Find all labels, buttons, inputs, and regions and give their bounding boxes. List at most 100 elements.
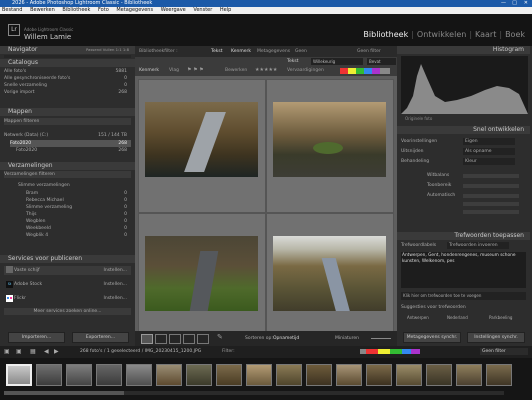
filmstrip-thumbnail[interactable] [96, 364, 122, 386]
menu-weergave[interactable]: Weergave [161, 7, 186, 13]
collection-item[interactable]: Thijs 0 [26, 211, 131, 218]
catalog-item[interactable]: Vorige import 268 [4, 89, 131, 96]
publish-item[interactable]: Vaste schijf Instellen... [4, 266, 131, 275]
grid-view-icon[interactable] [141, 334, 153, 344]
quick-treatment-select[interactable]: Kleur [463, 158, 515, 165]
sort-value[interactable]: Opnametijd [273, 336, 299, 341]
photo-thumbnail[interactable] [273, 236, 386, 311]
filmstrip-thumbnail[interactable] [396, 364, 422, 386]
grid-cell[interactable] [266, 79, 394, 213]
screen1-icon[interactable]: ▣ [4, 348, 10, 355]
folder-item[interactable]: Foto2020 268 [10, 140, 131, 147]
filmstrip-thumbnail[interactable] [36, 364, 62, 386]
collection-item[interactable]: Weekbeeld 0 [26, 225, 131, 232]
forward-arrow-icon[interactable]: ▶ [54, 348, 59, 355]
photo-thumbnail[interactable] [145, 236, 258, 311]
grid-cell[interactable] [138, 79, 266, 213]
filmstrip-thumbnail[interactable] [366, 364, 392, 386]
filter-tab-kenmerk[interactable]: Kenmerk [231, 49, 251, 54]
menu-bestand[interactable]: Bestand [2, 7, 22, 13]
folder-item[interactable]: Foto2020 268 [16, 147, 131, 154]
navigator-preview[interactable] [4, 55, 131, 58]
add-keyword-field[interactable]: Klik hier om trefwoorden toe te voegen [401, 292, 526, 300]
people-view-icon[interactable] [197, 334, 209, 344]
maximize-icon[interactable]: □ [512, 0, 517, 7]
menu-foto[interactable]: Foto [98, 7, 109, 13]
histogram-header[interactable]: Histogram [397, 46, 530, 54]
grid-cell[interactable] [266, 213, 394, 347]
filmstrip-thumbnail[interactable] [306, 364, 332, 386]
auto-tone-button[interactable] [463, 194, 519, 198]
star-rating-icons[interactable]: ★★★★★ [255, 67, 277, 73]
filmstrip-thumbnail[interactable] [186, 364, 212, 386]
color-label-filter[interactable] [340, 68, 390, 74]
filmstrip-thumbnail[interactable] [246, 364, 272, 386]
quick-develop-header[interactable]: Snel ontwikkelen [397, 126, 530, 134]
keyword-text-area[interactable]: Antwerpen, Gent, hondenrengenes, museum … [401, 252, 526, 288]
painter-icon[interactable]: ✎ [217, 333, 223, 341]
collection-item[interactable]: Slimme verzamelingen [18, 182, 131, 189]
catalog-header[interactable]: Catalogus [0, 59, 135, 67]
collection-item[interactable]: Slimme verzameling 0 [26, 204, 131, 211]
collection-item[interactable]: Bram 0 [26, 190, 131, 197]
text-filter-field[interactable]: Willekeurig doorzoekbaar [311, 58, 363, 71]
volume-row[interactable]: Netwerk (Data) (C:) 151 / 144 TB [4, 132, 131, 139]
filmstrip-thumbnail[interactable] [486, 364, 512, 386]
module-kaart[interactable]: Kaart [472, 30, 499, 39]
export-button[interactable]: Exporteren... [72, 332, 129, 343]
catalog-item[interactable]: Snelle verzameling 0 [4, 82, 131, 89]
menu-venster[interactable]: Venster [193, 7, 212, 13]
sync-metadata-button[interactable]: Metagegevens synchr. [403, 332, 461, 343]
more-services-link[interactable]: Meer services zoeken online... [4, 308, 131, 315]
thumbnail-size-slider[interactable] [371, 338, 391, 339]
publish-item[interactable]: Adobe Stock Instellen... [4, 280, 131, 289]
filmstrip-thumbnail[interactable] [426, 364, 452, 386]
navigator-header[interactable]: Navigator Passend Vullen 1:1 1:8 [0, 46, 135, 54]
filmstrip-thumbnail[interactable] [126, 364, 152, 386]
collections-header[interactable]: Verzamelingen [0, 162, 135, 170]
survey-view-icon[interactable] [183, 334, 195, 344]
keywording-header[interactable]: Trefwoorden toepassen [397, 232, 530, 240]
close-icon[interactable]: ✕ [524, 0, 528, 7]
filmstrip-thumbnail[interactable] [336, 364, 362, 386]
minimize-icon[interactable]: — [501, 0, 506, 7]
filmstrip-scrollbar[interactable] [4, 391, 504, 395]
collection-item[interactable]: Wegblen 0 [26, 218, 131, 225]
menu-bewerken[interactable]: Bewerken [30, 7, 55, 13]
filter-tab-metagegevens[interactable]: Metagegevens [257, 49, 290, 54]
tone-buttons[interactable] [463, 184, 519, 188]
module-ontwikkelen[interactable]: Ontwikkelen [414, 30, 469, 39]
filmstrip-thumbnail[interactable] [216, 364, 242, 386]
filmstrip-thumbnail[interactable] [6, 364, 32, 386]
filter-preset[interactable]: Geen filter [357, 49, 381, 54]
quick-preset-select[interactable]: Eigen [463, 138, 515, 145]
loupe-view-icon[interactable] [155, 334, 167, 344]
module-boek[interactable]: Boek [502, 30, 528, 39]
filmstrip-thumbnail[interactable] [66, 364, 92, 386]
keyword-chip[interactable]: Antwerpen [407, 314, 442, 321]
folders-header[interactable]: Mappen [0, 108, 135, 116]
collection-filter[interactable]: Verzamelingen filteren [4, 171, 131, 178]
navigator-zoom[interactable]: Passend Vullen 1:1 1:8 [86, 46, 129, 54]
keyword-suggestions-label[interactable]: Suggesties voor trefwoorden [401, 304, 528, 311]
publish-item[interactable]: Flickr Instellen... [4, 294, 131, 303]
keyword-chip[interactable]: Nederland [447, 314, 482, 321]
menu-metagegevens[interactable]: Metagegevens [116, 7, 153, 13]
text-filter-condition[interactable]: Bevat [367, 58, 396, 65]
collection-item[interactable]: Rebecca Michael 0 [26, 197, 131, 204]
back-arrow-icon[interactable]: ◀ [44, 348, 49, 355]
filmstrip-color-filter[interactable] [360, 349, 420, 354]
compare-view-icon[interactable] [169, 334, 181, 344]
grid-cell[interactable] [138, 213, 266, 347]
photo-thumbnail[interactable] [273, 102, 386, 177]
flag-icons[interactable]: ⚑ ⚑ ⚑ [187, 67, 204, 73]
filter-tab-geen[interactable]: Geen [295, 49, 307, 54]
menu-bibliotheek[interactable]: Bibliotheek [62, 7, 90, 13]
vervaardigingen-label[interactable]: Vervaardigingen [287, 68, 324, 73]
catalog-item[interactable]: Alle gesynchroniseerde foto's 0 [4, 75, 131, 82]
keyword-chip[interactable]: Parkbeeling [489, 314, 524, 321]
catalog-item[interactable]: Alle foto's 5881 [4, 68, 131, 75]
folder-filter[interactable]: Mappen filteren [4, 118, 131, 125]
photo-thumbnail[interactable] [145, 102, 258, 177]
grid-small-icon[interactable]: ▦ [30, 348, 36, 355]
